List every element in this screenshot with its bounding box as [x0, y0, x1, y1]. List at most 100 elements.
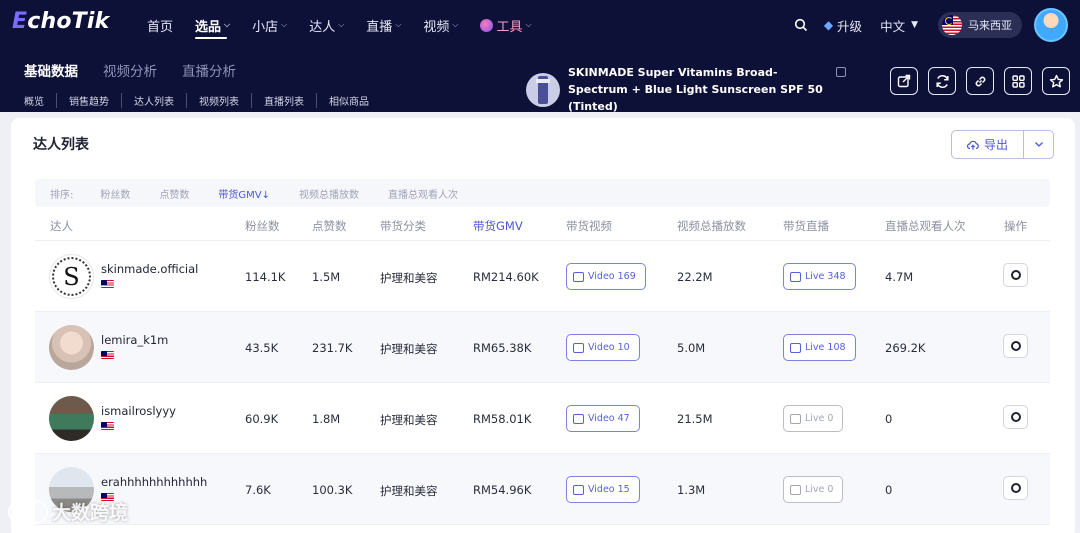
- avatar[interactable]: S: [49, 254, 94, 299]
- influencer-name[interactable]: erahhhhhhhhhhhh: [101, 475, 207, 489]
- share-button[interactable]: [890, 67, 918, 95]
- upgrade-button[interactable]: ◆ 升级: [824, 16, 862, 35]
- echotik-logo[interactable]: EchoTik: [12, 9, 109, 34]
- col-actions: 操作: [1004, 219, 1027, 233]
- gmv-value: RM214.60K: [473, 270, 539, 284]
- favorite-button[interactable]: [1042, 67, 1070, 95]
- language-select[interactable]: 中文 ▼: [880, 16, 918, 35]
- live-count-button[interactable]: Live 0: [783, 476, 844, 503]
- influencer-name[interactable]: ismailroslyyy: [101, 404, 176, 418]
- anchor-overview[interactable]: 概览: [24, 93, 56, 108]
- col-gmv[interactable]: 带货GMV: [473, 218, 523, 234]
- chevron-down-icon: [1034, 142, 1043, 147]
- tab-live-analysis[interactable]: 直播分析: [182, 60, 236, 80]
- live-icon: [790, 342, 801, 353]
- live-icon: [790, 413, 801, 424]
- detail-button[interactable]: [1003, 476, 1028, 500]
- video-count-button[interactable]: Video 47: [566, 405, 640, 432]
- refresh-button[interactable]: [928, 67, 956, 95]
- nav-tools[interactable]: 工具 ⌵: [469, 0, 542, 50]
- video-plays-value: 1.3M: [677, 483, 706, 497]
- malaysia-flag-icon: [101, 351, 114, 359]
- live-icon: [790, 271, 801, 282]
- chevron-down-icon: ⌵: [281, 20, 288, 29]
- section-anchors: 概览 销售趋势 达人列表 视频列表 直播列表 相似商品: [24, 93, 381, 108]
- table-row: S skinmade.official 114.1K 1.5M 护理和美容 RM…: [35, 241, 1050, 312]
- chevron-down-icon: ⌵: [452, 20, 459, 29]
- detail-button[interactable]: [1003, 405, 1028, 429]
- likes-value: 231.7K: [312, 341, 353, 355]
- table-header: 达人 粉丝数 点赞数 带货分类 带货GMV 带货视频 视频总播放数 带货直播 直…: [35, 209, 1050, 241]
- circle-icon: [1010, 270, 1021, 280]
- video-count-button[interactable]: Video 10: [566, 334, 640, 361]
- avatar[interactable]: [49, 396, 94, 441]
- user-avatar[interactable]: [1034, 8, 1068, 42]
- detail-button[interactable]: [1003, 263, 1028, 287]
- anchor-sales-trend[interactable]: 销售趋势: [56, 93, 121, 108]
- live-views-value: 0: [885, 412, 893, 426]
- col-video-plays: 视频总播放数: [677, 219, 746, 233]
- col-likes: 点赞数: [312, 219, 347, 233]
- chevron-down-icon: ⌵: [338, 20, 345, 29]
- watermark-logo-icon: [8, 499, 48, 524]
- sort-label: 排序:: [50, 189, 74, 201]
- anchor-video-list[interactable]: 视频列表: [186, 93, 251, 108]
- video-icon: [573, 413, 584, 424]
- video-plays-value: 21.5M: [677, 412, 713, 426]
- malaysia-flag-icon: [101, 422, 114, 430]
- col-followers: 粉丝数: [245, 219, 280, 233]
- top-header: EchoTik 首页 选品 ⌵ 小店 ⌵ 达人 ⌵ 直播 ⌵ 视频 ⌵ 工具 ⌵ ◆ 升级 中…: [0, 0, 1080, 113]
- influencer-name[interactable]: skinmade.official: [101, 262, 198, 276]
- nav-shop[interactable]: 小店 ⌵: [241, 0, 298, 50]
- grid-icon: [1011, 74, 1025, 88]
- category-value: 护理和美容: [380, 413, 438, 427]
- circle-icon: [1010, 412, 1021, 422]
- nav-live[interactable]: 直播 ⌵: [355, 0, 412, 50]
- detail-button[interactable]: [1003, 334, 1028, 358]
- col-live-views: 直播总观看人次: [885, 219, 966, 233]
- sort-video-plays[interactable]: 视频总播放数: [299, 186, 359, 201]
- followers-value: 7.6K: [245, 483, 271, 497]
- export-dropdown-button[interactable]: [1024, 131, 1053, 158]
- anchor-live-list[interactable]: 直播列表: [251, 93, 316, 108]
- tab-basic-data[interactable]: 基础数据: [24, 60, 78, 80]
- sort-likes[interactable]: 点赞数: [159, 186, 189, 201]
- anchor-influencer-list[interactable]: 达人列表: [121, 93, 186, 108]
- watermark: 大数跨境: [8, 498, 128, 525]
- live-icon: [790, 484, 801, 495]
- sort-followers[interactable]: 粉丝数: [100, 186, 130, 201]
- region-select[interactable]: 马来西亚: [938, 12, 1022, 38]
- live-views-value: 4.7M: [885, 270, 914, 284]
- malaysia-flag-icon: [942, 15, 962, 35]
- apps-button[interactable]: [1004, 67, 1032, 95]
- nav-home[interactable]: 首页: [136, 0, 184, 50]
- product-name: SKINMADE Super Vitamins Broad-Spectrum +…: [568, 66, 823, 113]
- anchor-similar-products[interactable]: 相似商品: [316, 93, 381, 108]
- nav-product-selection[interactable]: 选品 ⌵: [184, 0, 241, 50]
- link-button[interactable]: [966, 67, 994, 95]
- live-views-value: 0: [885, 483, 893, 497]
- video-plays-value: 22.2M: [677, 270, 713, 284]
- influencer-name[interactable]: lemira_k1m: [101, 333, 168, 347]
- header-right: ◆ 升级 中文 ▼ 马来西亚: [794, 0, 1080, 50]
- live-views-value: 269.2K: [885, 341, 926, 355]
- nav-influencer[interactable]: 达人 ⌵: [298, 0, 355, 50]
- refresh-icon: [935, 74, 949, 88]
- export-button[interactable]: 导出: [952, 131, 1024, 158]
- live-count-button[interactable]: Live 348: [783, 263, 856, 290]
- product-thumbnail: [526, 72, 560, 107]
- avatar[interactable]: [49, 325, 94, 370]
- sort-gmv[interactable]: 带货GMV↓: [218, 186, 270, 201]
- cloud-upload-icon: [966, 140, 979, 150]
- gmv-value: RM54.96K: [473, 483, 532, 497]
- nav-video[interactable]: 视频 ⌵: [412, 0, 469, 50]
- sort-live-views[interactable]: 直播总观看人次: [388, 186, 458, 201]
- live-count-button[interactable]: Live 0: [783, 405, 844, 432]
- tab-video-analysis[interactable]: 视频分析: [103, 60, 157, 80]
- video-count-button[interactable]: Video 15: [566, 476, 640, 503]
- search-icon[interactable]: [794, 18, 808, 32]
- live-count-button[interactable]: Live 108: [783, 334, 856, 361]
- video-count-button[interactable]: Video 169: [566, 263, 646, 290]
- col-lives: 带货直播: [783, 219, 829, 233]
- copy-icon[interactable]: [836, 67, 846, 77]
